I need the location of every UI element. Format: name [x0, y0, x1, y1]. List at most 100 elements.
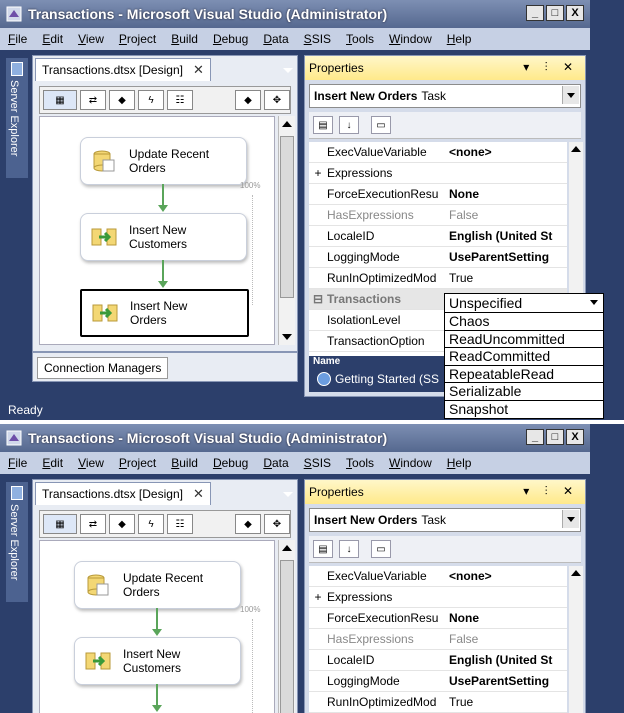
scroll-up-icon[interactable] — [282, 545, 292, 551]
property-row[interactable]: HasExpressions False — [309, 629, 567, 650]
property-row[interactable]: ForceExecutionResu None — [309, 184, 567, 205]
menu-window[interactable]: Window — [389, 456, 432, 470]
scroll-up-icon[interactable] — [282, 121, 292, 127]
control-flow-tab-icon[interactable]: ▦ — [43, 514, 77, 534]
event-handlers-tab-icon[interactable]: ϟ — [138, 514, 164, 534]
document-tab[interactable]: Transactions.dtsx [Design] ✕ — [35, 58, 211, 81]
menu-edit[interactable]: Edit — [42, 32, 63, 46]
chevron-down-icon[interactable] — [587, 296, 601, 309]
maximize-button[interactable]: □ — [546, 429, 564, 445]
property-row[interactable]: + Expressions — [309, 587, 567, 608]
menu-ssis[interactable]: SSIS — [304, 456, 331, 470]
dropdown-option[interactable]: Snapshot — [445, 401, 603, 419]
data-flow-tab-icon[interactable]: ⇄ — [80, 514, 106, 534]
menu-help[interactable]: Help — [447, 32, 472, 46]
menu-build[interactable]: Build — [171, 456, 198, 470]
dropdown-option[interactable]: ReadCommitted — [445, 348, 603, 366]
menu-project[interactable]: Project — [119, 456, 156, 470]
categorized-icon[interactable]: ▤ — [313, 116, 333, 134]
menu-ssis[interactable]: SSIS — [304, 32, 331, 46]
parameters-tab-icon[interactable]: ◆ — [109, 514, 135, 534]
property-row[interactable]: ExecValueVariable <none> — [309, 566, 567, 587]
categorized-icon[interactable]: ▤ — [313, 540, 333, 558]
properties-scrollbar[interactable] — [569, 566, 583, 713]
menu-build[interactable]: Build — [171, 32, 198, 46]
control-flow-tab-icon[interactable]: ▦ — [43, 90, 77, 110]
property-row[interactable]: LoggingMode UseParentSetting — [309, 671, 567, 692]
menu-tools[interactable]: Tools — [346, 456, 374, 470]
task-update-recent-orders[interactable]: Update Recent Orders — [80, 137, 247, 185]
property-row[interactable]: RunInOptimizedMod True — [309, 268, 567, 289]
menu-project[interactable]: Project — [119, 32, 156, 46]
menu-tools[interactable]: Tools — [346, 32, 374, 46]
designer-scrollbar[interactable] — [278, 116, 295, 345]
scroll-up-icon[interactable] — [571, 146, 581, 152]
menu-edit[interactable]: Edit — [42, 456, 63, 470]
alphabetical-icon[interactable]: ↓ — [339, 540, 359, 558]
properties-window-controls[interactable]: ▾ ⫶ ✕ — [523, 60, 579, 75]
menu-data[interactable]: Data — [263, 456, 288, 470]
control-flow-canvas[interactable]: Update Recent Orders Insert New Customer… — [39, 116, 275, 345]
property-row[interactable]: LocaleID English (United St — [309, 650, 567, 671]
property-row[interactable]: LoggingMode UseParentSetting — [309, 247, 567, 268]
minimize-button[interactable]: _ — [526, 429, 544, 445]
menu-file[interactable]: File — [8, 32, 27, 46]
control-flow-canvas[interactable]: Update Recent Orders Insert New Customer… — [39, 540, 275, 713]
tab-overflow-icon[interactable] — [283, 68, 293, 73]
menu-view[interactable]: View — [78, 32, 104, 46]
alphabetical-icon[interactable]: ↓ — [339, 116, 359, 134]
data-flow-tab-icon[interactable]: ⇄ — [80, 90, 106, 110]
property-row[interactable]: ForceExecutionResu None — [309, 608, 567, 629]
menu-window[interactable]: Window — [389, 32, 432, 46]
chevron-down-icon[interactable] — [562, 510, 579, 528]
connection-managers-tab[interactable]: Connection Managers — [37, 357, 169, 379]
tab-overflow-icon[interactable] — [283, 492, 293, 497]
zoom-icon[interactable]: ◆ — [235, 514, 261, 534]
dropdown-option[interactable]: Serializable — [445, 383, 603, 401]
server-explorer-tab[interactable]: Server Explorer — [6, 482, 28, 602]
close-button[interactable]: X — [566, 5, 584, 21]
dropdown-selected-value[interactable]: Unspecified — [445, 294, 603, 313]
task-insert-new-orders[interactable]: Insert New Orders — [80, 289, 249, 337]
property-row[interactable]: HasExpressions False — [309, 205, 567, 226]
parameters-tab-icon[interactable]: ◆ — [109, 90, 135, 110]
chevron-down-icon[interactable] — [562, 86, 579, 104]
zoom-slider[interactable]: 100% — [240, 177, 268, 317]
pan-icon[interactable]: ✥ — [264, 90, 290, 110]
properties-window-controls[interactable]: ▾ ⫶ ✕ — [523, 484, 579, 499]
expand-icon[interactable]: + — [309, 166, 327, 180]
getting-started-link[interactable]: Getting Started (SS — [317, 372, 439, 386]
menu-view[interactable]: View — [78, 456, 104, 470]
maximize-button[interactable]: □ — [546, 5, 564, 21]
property-pages-icon[interactable]: ▭ — [371, 540, 391, 558]
minimize-button[interactable]: _ — [526, 5, 544, 21]
package-explorer-tab-icon[interactable]: ☷ — [167, 514, 193, 534]
close-tab-icon[interactable]: ✕ — [193, 486, 204, 502]
task-insert-new-customers[interactable]: Insert New Customers — [74, 637, 241, 685]
object-selector[interactable]: Insert New Orders Task — [309, 84, 581, 108]
event-handlers-tab-icon[interactable]: ϟ — [138, 90, 164, 110]
menu-file[interactable]: File — [8, 456, 27, 470]
scroll-thumb[interactable] — [280, 136, 294, 298]
zoom-slider[interactable]: 100% — [240, 601, 268, 713]
dropdown-option[interactable]: RepeatableRead — [445, 366, 603, 383]
menu-debug[interactable]: Debug — [213, 32, 248, 46]
task-update-recent-orders[interactable]: Update Recent Orders — [74, 561, 241, 609]
property-row[interactable]: + Expressions — [309, 163, 567, 184]
menu-data[interactable]: Data — [263, 32, 288, 46]
task-insert-new-customers[interactable]: Insert New Customers — [80, 213, 247, 261]
isolation-level-dropdown[interactable]: Unspecified Chaos ReadUncommitted ReadCo… — [444, 293, 604, 419]
close-button[interactable]: X — [566, 429, 584, 445]
zoom-icon[interactable]: ◆ — [235, 90, 261, 110]
designer-scrollbar[interactable] — [278, 540, 295, 713]
object-selector[interactable]: Insert New Orders Task — [309, 508, 581, 532]
pan-icon[interactable]: ✥ — [264, 514, 290, 534]
scroll-thumb[interactable] — [280, 560, 294, 713]
property-row[interactable]: ExecValueVariable <none> — [309, 142, 567, 163]
scroll-up-icon[interactable] — [571, 570, 581, 576]
menu-debug[interactable]: Debug — [213, 456, 248, 470]
property-row[interactable]: RunInOptimizedMod True — [309, 692, 567, 713]
dropdown-option[interactable]: ReadUncommitted — [445, 331, 603, 348]
property-pages-icon[interactable]: ▭ — [371, 116, 391, 134]
document-tab[interactable]: Transactions.dtsx [Design] ✕ — [35, 482, 211, 505]
